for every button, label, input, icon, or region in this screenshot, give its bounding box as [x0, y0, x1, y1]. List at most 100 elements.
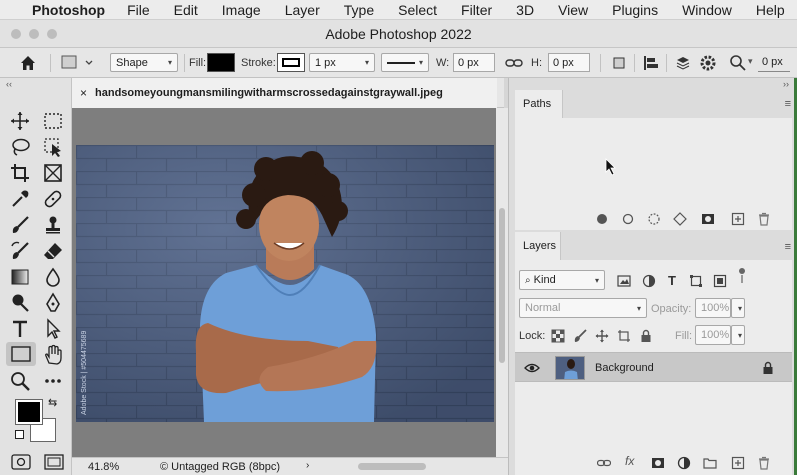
brush-icon[interactable] [9, 214, 31, 236]
search-icon[interactable] [729, 54, 747, 72]
zoom-level[interactable]: 41.8% [88, 461, 119, 473]
lasso-icon[interactable] [9, 136, 31, 158]
paths-list[interactable] [515, 118, 792, 208]
opacity-slider-button[interactable]: ▾ [731, 298, 745, 318]
healing-brush-icon[interactable] [42, 188, 64, 210]
menu-file[interactable]: File [127, 2, 150, 18]
menu-plugins[interactable]: Plugins [612, 2, 658, 18]
type-icon[interactable] [9, 318, 31, 340]
lock-position-icon[interactable] [595, 329, 609, 343]
gear-icon[interactable] [699, 54, 717, 72]
layer-row-background[interactable]: Background [515, 352, 792, 382]
stroke-path-icon[interactable] [621, 212, 635, 226]
menu-type[interactable]: Type [344, 2, 374, 18]
adjustment-layer-icon[interactable] [677, 456, 691, 470]
fill-color-swatch[interactable] [207, 53, 235, 72]
folder-icon[interactable] [703, 456, 717, 470]
menu-image[interactable]: Image [222, 2, 261, 18]
chevron-right-icon[interactable]: › [306, 460, 309, 471]
lock-all-icon[interactable] [639, 329, 653, 343]
swap-colors-icon[interactable]: ⇆ [48, 396, 57, 409]
fill-slider-button[interactable]: ▾ [731, 325, 745, 345]
stroke-width-field[interactable]: 1 px ▾ [309, 53, 375, 72]
fill-path-icon[interactable] [595, 212, 609, 226]
blend-mode-select[interactable]: Normal ▾ [519, 298, 647, 318]
gradient-icon[interactable] [9, 266, 31, 288]
path-selection-icon[interactable] [42, 318, 64, 340]
layer-style-icon[interactable]: fx [625, 454, 634, 468]
object-selection-icon[interactable] [42, 136, 64, 158]
load-path-as-selection-icon[interactable] [647, 212, 661, 226]
opacity-field[interactable]: 100% [695, 298, 731, 318]
more-tools-icon[interactable] [42, 370, 64, 392]
menu-select[interactable]: Select [398, 2, 437, 18]
make-work-path-icon[interactable] [673, 212, 687, 226]
foreground-color-swatch[interactable] [15, 399, 43, 425]
screen-mode-icon[interactable] [44, 454, 64, 470]
dodge-icon[interactable] [9, 292, 31, 314]
frame-icon[interactable] [42, 162, 64, 184]
filter-toggle-switch[interactable] [739, 268, 745, 284]
tool-mode-select[interactable]: Shape ▾ [110, 53, 178, 72]
collapse-panels-icon[interactable]: ›› [783, 79, 789, 89]
blur-icon[interactable] [42, 266, 64, 288]
menu-layer[interactable]: Layer [285, 2, 320, 18]
horizontal-scrollbar-thumb[interactable] [358, 463, 426, 470]
trash-icon[interactable] [757, 456, 771, 470]
menu-help[interactable]: Help [756, 2, 785, 18]
trash-icon[interactable] [757, 212, 771, 226]
history-brush-icon[interactable] [9, 240, 31, 262]
home-icon[interactable] [18, 53, 38, 73]
document-tab[interactable]: × handsomeyoungmansmilingwitharmscrossed… [72, 78, 497, 108]
crop-icon[interactable] [9, 162, 31, 184]
collapse-toolbox-icon[interactable]: ‹‹ [6, 79, 12, 89]
path-alignment-icon[interactable] [642, 54, 660, 72]
menu-3d[interactable]: 3D [516, 2, 534, 18]
stroke-type-select[interactable]: ▾ [381, 53, 429, 72]
shape-layer-filter-icon[interactable] [689, 274, 703, 288]
clone-stamp-icon[interactable] [42, 214, 64, 236]
pen-icon[interactable] [42, 292, 64, 314]
layer-filter-kind-select[interactable]: ⌕ Kind ▾ [519, 270, 605, 290]
tool-preset-picker[interactable] [60, 53, 98, 72]
type-layer-filter-icon[interactable]: T [668, 273, 676, 288]
lock-artboard-icon[interactable] [617, 329, 631, 343]
path-arrangement-icon[interactable] [674, 54, 692, 72]
smart-object-filter-icon[interactable] [713, 274, 727, 288]
menu-window[interactable]: Window [682, 2, 732, 18]
quick-mask-icon[interactable] [11, 454, 31, 470]
rectangle-tool-icon[interactable] [6, 342, 36, 366]
tab-paths[interactable]: Paths [515, 90, 563, 118]
width-field[interactable]: 0 px [453, 53, 495, 72]
menu-filter[interactable]: Filter [461, 2, 492, 18]
add-mask-icon[interactable] [701, 212, 715, 226]
default-colors-icon[interactable] [15, 430, 24, 439]
height-field[interactable]: 0 px [548, 53, 590, 72]
stroke-color-swatch[interactable] [277, 53, 305, 72]
lock-image-pixels-icon[interactable] [573, 329, 587, 343]
link-icon[interactable] [505, 55, 523, 71]
panel-menu-icon[interactable]: ≡ [785, 98, 791, 110]
menu-app-photoshop[interactable]: Photoshop [32, 2, 105, 18]
panel-menu-icon[interactable]: ≡ [785, 241, 791, 253]
close-tab-icon[interactable]: × [80, 86, 87, 100]
eraser-icon[interactable] [42, 240, 64, 262]
lock-icon[interactable] [762, 361, 774, 375]
eye-icon[interactable] [524, 362, 540, 374]
adjustment-layer-filter-icon[interactable] [642, 274, 656, 288]
corner-radius-field[interactable]: 0 px [758, 53, 790, 72]
add-layer-mask-icon[interactable] [651, 456, 665, 470]
rectangular-marquee-icon[interactable] [42, 110, 64, 132]
move-tool-icon[interactable] [9, 110, 31, 132]
menu-edit[interactable]: Edit [174, 2, 198, 18]
pixel-layer-filter-icon[interactable] [617, 274, 631, 288]
tab-layers[interactable]: Layers [515, 232, 561, 260]
lock-transparent-pixels-icon[interactable] [551, 329, 565, 343]
menu-view[interactable]: View [558, 2, 588, 18]
canvas-vertical-scrollbar[interactable] [496, 108, 508, 457]
eyedropper-icon[interactable] [9, 188, 31, 210]
new-layer-icon[interactable] [731, 456, 745, 470]
path-operations-icon[interactable] [610, 54, 628, 72]
link-layers-icon[interactable] [597, 456, 611, 470]
zoom-icon[interactable] [9, 370, 31, 392]
